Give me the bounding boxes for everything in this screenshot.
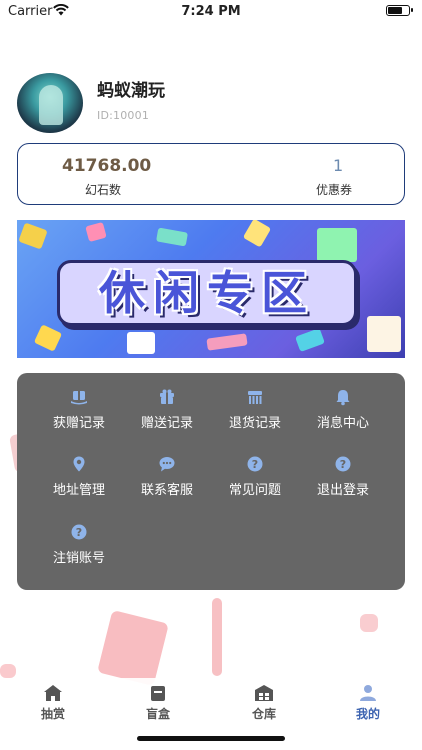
- menu-item-label: 退货记录: [228, 416, 281, 431]
- menu-item-gifts-received[interactable]: 获赠记录: [34, 388, 124, 431]
- username: 蚂蚁潮玩: [97, 81, 165, 101]
- menu-item-label: 退出登录: [316, 483, 369, 498]
- tab-blind-box[interactable]: 盲盒: [128, 684, 188, 722]
- menu-item-label: 获赠记录: [52, 416, 105, 431]
- banner-title: 休闲专区: [99, 266, 315, 320]
- menu-item-label: 常见问题: [228, 483, 281, 498]
- tab-lottery[interactable]: 抽赏: [23, 684, 83, 722]
- menu-item-gifts-sent[interactable]: 赠送记录: [122, 388, 212, 431]
- background-decoration: [212, 598, 222, 676]
- return-icon: [248, 391, 262, 404]
- home-icon: [44, 685, 62, 701]
- menu-item-delete-account[interactable]: ? 注销账号: [34, 523, 124, 566]
- user-id: ID:10001: [97, 109, 150, 122]
- chat-bubble-icon: [159, 457, 175, 472]
- clock: 7:24 PM: [181, 4, 241, 19]
- background-decoration: [0, 664, 16, 678]
- menu-item-label: 注销账号: [52, 551, 105, 566]
- menu-item-messages[interactable]: 消息中心: [298, 388, 388, 431]
- question-icon: ?: [247, 456, 263, 472]
- box-icon: [151, 686, 165, 701]
- menu-item-label: 赠送记录: [140, 416, 193, 431]
- svg-text:?: ?: [340, 458, 346, 471]
- casual-zone-banner[interactable]: 休闲专区: [17, 220, 405, 358]
- gift-box-icon: [160, 389, 174, 404]
- status-bar: Carrier 7:24 PM: [0, 0, 422, 24]
- home-indicator: [137, 736, 285, 741]
- battery-icon: [386, 5, 413, 16]
- tab-label: 盲盒: [145, 707, 170, 721]
- tab-mine[interactable]: 我的: [338, 684, 398, 722]
- menu-item-returns[interactable]: 退货记录: [210, 388, 300, 431]
- menu-item-label: 消息中心: [316, 416, 369, 431]
- menu-item-logout[interactable]: ? 退出登录: [298, 455, 388, 498]
- tab-warehouse[interactable]: 仓库: [234, 684, 294, 722]
- menu-item-label: 地址管理: [52, 483, 105, 498]
- stats-card: 41768.00 幻石数 1 优惠券: [17, 143, 405, 205]
- bell-icon: [336, 390, 350, 406]
- avatar[interactable]: [17, 73, 83, 133]
- tab-label: 仓库: [251, 707, 276, 721]
- background-decoration: [97, 609, 169, 687]
- question-icon: ?: [335, 456, 351, 472]
- menu-item-faq[interactable]: ? 常见问题: [210, 455, 300, 498]
- menu-item-label: 联系客服: [140, 483, 193, 498]
- svg-text:?: ?: [252, 458, 258, 471]
- balance-value[interactable]: 41768.00: [62, 156, 151, 176]
- user-icon: [360, 685, 376, 701]
- coupon-label: 优惠券: [316, 183, 353, 197]
- balance-label: 幻石数: [85, 183, 122, 197]
- question-icon: ?: [71, 524, 87, 540]
- gift-received-icon: [71, 391, 87, 405]
- svg-text:?: ?: [76, 526, 82, 539]
- warehouse-icon: [255, 685, 273, 701]
- background-decoration: [360, 614, 378, 632]
- menu-panel: 获赠记录 赠送记录 退货记录 消息中心 地址管理 联系客服 ? 常见问题 ? 退…: [17, 373, 405, 590]
- tab-label: 抽赏: [40, 707, 65, 721]
- coupon-count[interactable]: 1: [333, 156, 343, 175]
- menu-item-address[interactable]: 地址管理: [34, 455, 124, 498]
- menu-item-customer-service[interactable]: 联系客服: [122, 455, 212, 498]
- tab-label: 我的: [355, 707, 380, 721]
- location-pin-icon: [73, 456, 85, 472]
